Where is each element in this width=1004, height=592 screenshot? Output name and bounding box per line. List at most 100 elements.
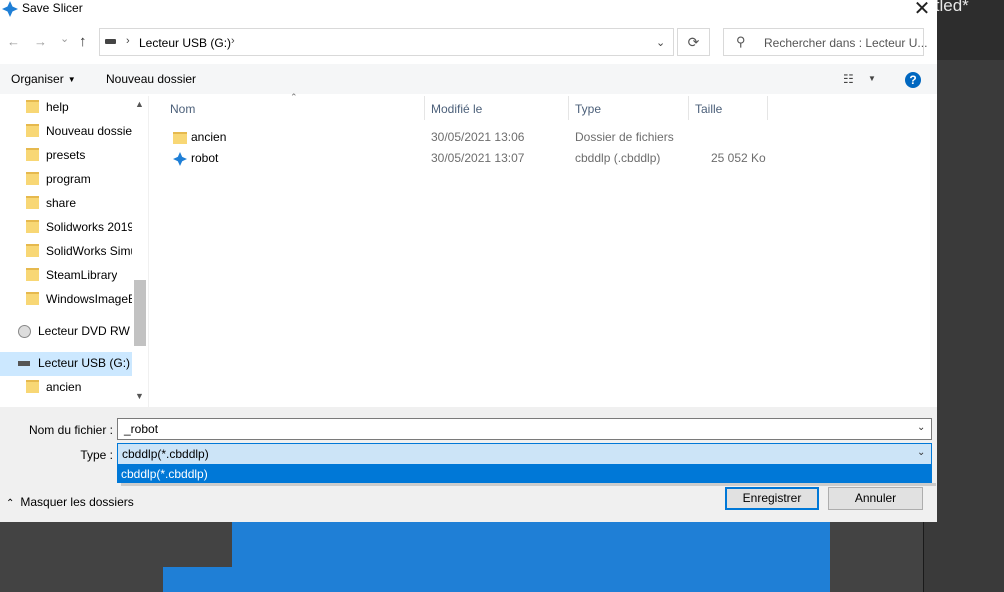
- column-divider[interactable]: [568, 96, 569, 120]
- tree-item-steamlibrary[interactable]: SteamLibrary: [26, 264, 117, 288]
- column-divider[interactable]: [688, 96, 689, 120]
- organize-button[interactable]: Organiser ▼: [11, 72, 76, 86]
- chevron-down-icon[interactable]: ⌄: [656, 36, 665, 49]
- chevron-down-icon[interactable]: ⌄: [917, 447, 925, 458]
- hide-folders-label: Masquer les dossiers: [20, 495, 134, 509]
- folder-icon: [26, 124, 39, 137]
- slicer-file-icon: [173, 152, 187, 166]
- scroll-up-icon[interactable]: ▲: [135, 99, 144, 109]
- tree-item-presets[interactable]: presets: [26, 144, 85, 168]
- search-field[interactable]: ⚲ Rechercher dans : Lecteur U...: [723, 28, 927, 56]
- usb-drive-icon: [105, 39, 116, 44]
- column-header-modified[interactable]: Modifié le: [431, 96, 482, 122]
- file-type: Dossier de fichiers: [575, 130, 674, 144]
- command-bar: Organiser ▼ Nouveau dossier ☷ ▼: [0, 64, 937, 94]
- filename-field[interactable]: _robot ⌄: [117, 418, 932, 440]
- tree-item-help[interactable]: help: [26, 96, 69, 120]
- address-bar[interactable]: › Lecteur USB (G:) › ⌄: [99, 28, 674, 56]
- file-type-value: cbddlp(*.cbddlp): [122, 447, 209, 461]
- chevron-down-icon[interactable]: ⌄: [917, 422, 925, 433]
- file-type-select[interactable]: cbddlp(*.cbddlp) ⌄: [117, 443, 932, 465]
- breadcrumb-location[interactable]: Lecteur USB (G:): [139, 36, 231, 50]
- dialog-title-bar: Save Slicer ✕: [0, 0, 937, 20]
- filename-input[interactable]: _robot: [124, 422, 158, 436]
- tree-item-label: Solidworks 2019: [46, 220, 135, 234]
- close-icon[interactable]: ✕: [909, 0, 935, 20]
- tree-item-label: share: [46, 196, 77, 210]
- dialog-title: Save Slicer: [22, 1, 83, 15]
- type-label: Type :: [80, 448, 113, 462]
- up-arrow-icon[interactable]: ↑: [79, 33, 87, 50]
- tree-item-nouveau-dossier[interactable]: Nouveau dossier: [26, 120, 136, 144]
- pane-divider[interactable]: [148, 96, 149, 407]
- file-row[interactable]: ancien 30/05/2021 13:06 Dossier de fichi…: [163, 127, 763, 148]
- search-icon: ⚲: [736, 34, 746, 49]
- chevron-up-icon: ⌃: [6, 498, 15, 509]
- tree-item-label: program: [46, 172, 91, 186]
- folder-icon: [26, 380, 39, 393]
- app-icon: [2, 1, 18, 17]
- tree-item-label: Nouveau dossier: [46, 124, 137, 138]
- folder-icon: [26, 244, 39, 257]
- file-name: ancien: [191, 130, 227, 144]
- navigation-pane: help Nouveau dossier presets program sha…: [0, 96, 148, 407]
- tree-item-dvd-drive[interactable]: Lecteur DVD RW (: [18, 320, 137, 344]
- folder-icon: [26, 268, 39, 281]
- breadcrumb-separator-icon: ›: [231, 35, 235, 47]
- save-button[interactable]: Enregistrer: [725, 487, 819, 510]
- caret-down-icon: ▼: [67, 75, 76, 84]
- caret-down-icon[interactable]: ▼: [868, 74, 876, 83]
- tree-item-program[interactable]: program: [26, 168, 91, 192]
- dvd-drive-icon: [18, 325, 31, 338]
- usb-drive-icon: [18, 361, 30, 366]
- tree-item-solidworks-2019[interactable]: Solidworks 2019: [26, 216, 134, 240]
- tree-item-usb-drive[interactable]: Lecteur USB (G:): [0, 352, 132, 376]
- file-size: 25 052 Ko: [711, 151, 766, 165]
- tree-item-label: help: [46, 100, 69, 114]
- column-header-type[interactable]: Type: [575, 96, 601, 122]
- tree-item-label: WindowsImageB: [46, 292, 137, 306]
- dropdown-shadow: [121, 483, 936, 486]
- file-modified: 30/05/2021 13:07: [431, 151, 525, 165]
- breadcrumb-separator-icon: ›: [126, 35, 130, 47]
- folder-icon: [26, 292, 39, 305]
- background-3d-canvas[interactable]: [0, 522, 923, 592]
- search-input[interactable]: Rechercher dans : Lecteur U...: [764, 36, 927, 50]
- refresh-button[interactable]: ⟳: [677, 28, 710, 56]
- robot-model-base: [163, 567, 253, 592]
- tree-item-label: ancien: [46, 380, 82, 394]
- help-button[interactable]: ?: [905, 72, 921, 88]
- tree-item-share[interactable]: share: [26, 192, 76, 216]
- column-header-name[interactable]: Nom: [170, 96, 195, 122]
- tree-item-ancien[interactable]: ancien: [26, 376, 81, 400]
- file-row[interactable]: robot 30/05/2021 13:07 cbddlp (.cbddlp) …: [163, 148, 766, 169]
- navigation-scrollbar[interactable]: ▲ ▼: [132, 96, 148, 407]
- folder-icon: [26, 172, 39, 185]
- tree-item-label: SolidWorks Simu: [46, 244, 138, 258]
- folder-icon: [26, 220, 39, 233]
- back-arrow-icon[interactable]: ←: [7, 34, 20, 49]
- hide-folders-toggle[interactable]: ⌃ Masquer les dossiers: [6, 495, 134, 509]
- file-name: robot: [191, 151, 219, 165]
- robot-model-preview: [232, 522, 830, 592]
- tree-item-label: Lecteur USB (G:): [38, 356, 131, 370]
- scroll-down-icon[interactable]: ▼: [135, 391, 144, 401]
- scrollbar-thumb[interactable]: [134, 280, 146, 346]
- folder-icon: [26, 148, 39, 161]
- tree-item-label: presets: [46, 148, 86, 162]
- view-options-icon[interactable]: ☷: [843, 72, 854, 86]
- forward-arrow-icon[interactable]: →: [34, 34, 47, 49]
- column-divider[interactable]: [767, 96, 768, 120]
- column-header-size[interactable]: Taille: [695, 96, 722, 122]
- new-folder-button[interactable]: Nouveau dossier: [106, 72, 196, 86]
- file-type-option[interactable]: cbddlp(*.cbddlp): [117, 465, 932, 483]
- folder-icon: [26, 100, 39, 113]
- file-type: cbddlp (.cbddlp): [575, 151, 661, 165]
- tree-item-solidworks-simu[interactable]: SolidWorks Simu: [26, 240, 137, 264]
- tree-item-windowsimage[interactable]: WindowsImageB: [26, 288, 136, 312]
- cancel-button[interactable]: Annuler: [828, 487, 923, 510]
- folder-icon: [26, 196, 39, 209]
- recent-locations-icon[interactable]: ⌄: [60, 32, 69, 45]
- save-dialog: Save Slicer ✕ ← → ⌄ ↑ › Lecteur USB (G:)…: [0, 0, 937, 522]
- column-divider[interactable]: [424, 96, 425, 120]
